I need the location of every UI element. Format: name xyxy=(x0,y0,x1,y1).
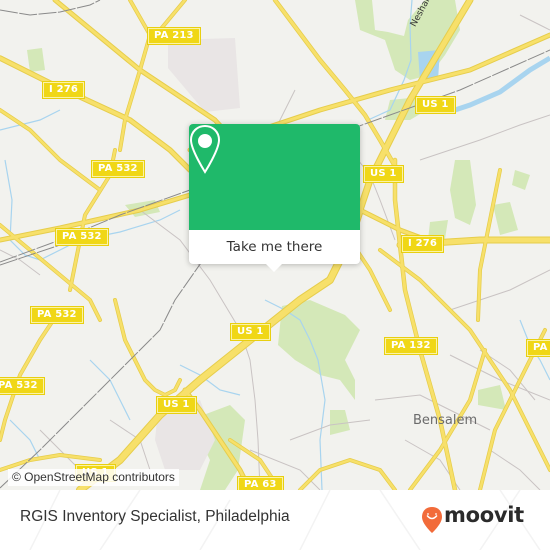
road-shield-pa63: PA 63 xyxy=(238,477,283,490)
moovit-wordmark: moovit xyxy=(444,503,524,527)
popup-header xyxy=(189,124,360,230)
road-shield-pa532: PA 532 xyxy=(31,307,83,323)
map-attribution[interactable]: © OpenStreetMap contributors xyxy=(8,469,179,486)
road-shield-pa213: PA 213 xyxy=(148,28,200,44)
road-shield-us1: US 1 xyxy=(416,97,455,113)
road-shield-us1: US 1 xyxy=(157,397,196,413)
moovit-smile-pin-icon xyxy=(422,507,442,533)
road-shield-pa532: PA 532 xyxy=(56,229,108,245)
map[interactable]: PA 213 I 276 PA 532 PA 532 PA 532 PA 532… xyxy=(0,0,550,490)
road-shield-i276-east: I 276 xyxy=(402,236,444,252)
road-shield-i276-west: I 276 xyxy=(43,82,85,98)
road-shield-pa132: PA 132 xyxy=(385,338,437,354)
popup-pointer xyxy=(266,264,282,272)
take-me-there-button[interactable]: Take me there xyxy=(189,230,360,264)
place-title: RGIS Inventory Specialist, Philadelphia xyxy=(20,508,290,525)
road-shield-us1: US 1 xyxy=(364,166,403,182)
footer: RGIS Inventory Specialist, Philadelphia … xyxy=(0,490,550,550)
road-shield-pa: PA xyxy=(527,340,550,356)
road-shield-pa532: PA 532 xyxy=(92,161,144,177)
road-shield-us1: US 1 xyxy=(231,324,270,340)
map-pin-icon xyxy=(189,124,221,174)
location-popup: Take me there xyxy=(189,124,360,272)
road-shield-pa532: PA 532 xyxy=(0,378,44,394)
place-label-bensalem: Bensalem xyxy=(413,413,478,428)
